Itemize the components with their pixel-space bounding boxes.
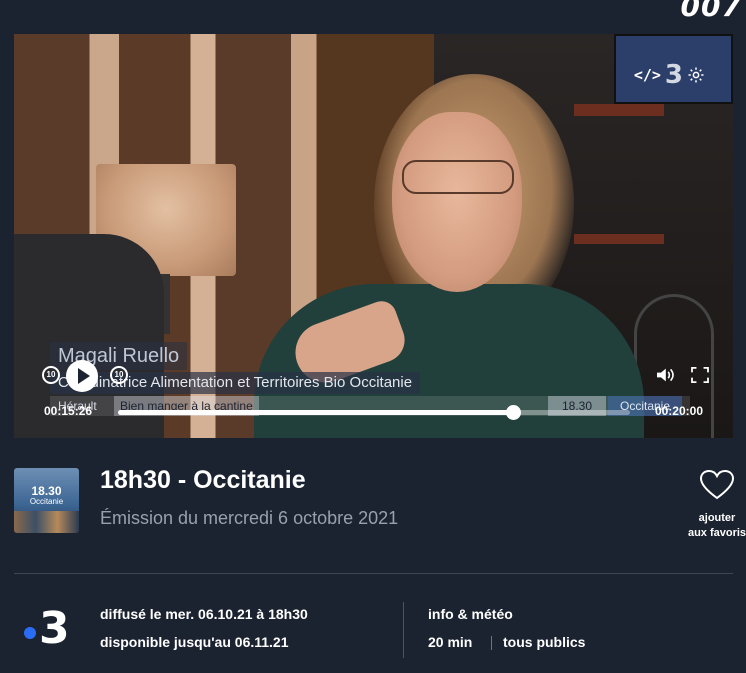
program-subtitle: Émission du mercredi 6 octobre 2021 bbox=[100, 508, 399, 528]
page: 007 Magali Ruello Coordinatrice Alimenta… bbox=[0, 0, 746, 673]
program-title: 18h30 - Occitanie bbox=[100, 466, 306, 494]
fullscreen-icon[interactable] bbox=[691, 367, 709, 383]
embed-code-icon[interactable]: </> bbox=[634, 66, 661, 84]
play-button[interactable] bbox=[66, 360, 98, 392]
program-category: info & météo bbox=[428, 606, 513, 622]
broadcast-date: diffusé le mer. 06.10.21 à 18h30 bbox=[100, 606, 308, 622]
favorite-label-line2: aux favoris bbox=[687, 527, 746, 539]
program-duration: 20 min bbox=[428, 634, 473, 650]
channel-watermark: 3 bbox=[664, 60, 683, 90]
seek-bar-fill bbox=[118, 410, 514, 415]
divider bbox=[14, 573, 733, 574]
program-thumbnail[interactable]: 18.30 Occitanie bbox=[14, 468, 79, 533]
program-audience: tous publics bbox=[503, 634, 586, 650]
gear-icon[interactable] bbox=[687, 66, 705, 84]
skip-back-10-button[interactable]: 10 bbox=[42, 366, 60, 384]
seek-bar[interactable] bbox=[118, 405, 630, 420]
thumbnail-subtitle: Occitanie bbox=[29, 497, 64, 506]
skip-forward-10-button[interactable]: 10 bbox=[110, 366, 128, 384]
favorite-label-line1: ajouter bbox=[698, 512, 736, 524]
heart-icon bbox=[699, 469, 735, 500]
time-elapsed: 00:15:26 bbox=[44, 404, 93, 418]
video-player[interactable]: Magali Ruello Coordinatrice Alimentation… bbox=[14, 34, 733, 438]
player-controls: 10 10 bbox=[42, 360, 715, 392]
meta-separator bbox=[491, 636, 492, 650]
france-3-logo[interactable]: 3 bbox=[22, 600, 78, 650]
player-top-icons: </> 3 bbox=[634, 60, 705, 90]
channel-partial-logo: 007 bbox=[680, 0, 742, 23]
add-favorite-button[interactable]: ajouter aux favoris bbox=[682, 469, 746, 541]
volume-icon[interactable] bbox=[655, 367, 675, 383]
vertical-separator bbox=[403, 602, 404, 658]
time-total: 00:20:00 bbox=[654, 404, 703, 418]
thumbnail-title: 18.30 bbox=[31, 484, 62, 498]
availability-date: disponible jusqu'au 06.11.21 bbox=[100, 634, 289, 650]
svg-text:3: 3 bbox=[39, 603, 70, 650]
